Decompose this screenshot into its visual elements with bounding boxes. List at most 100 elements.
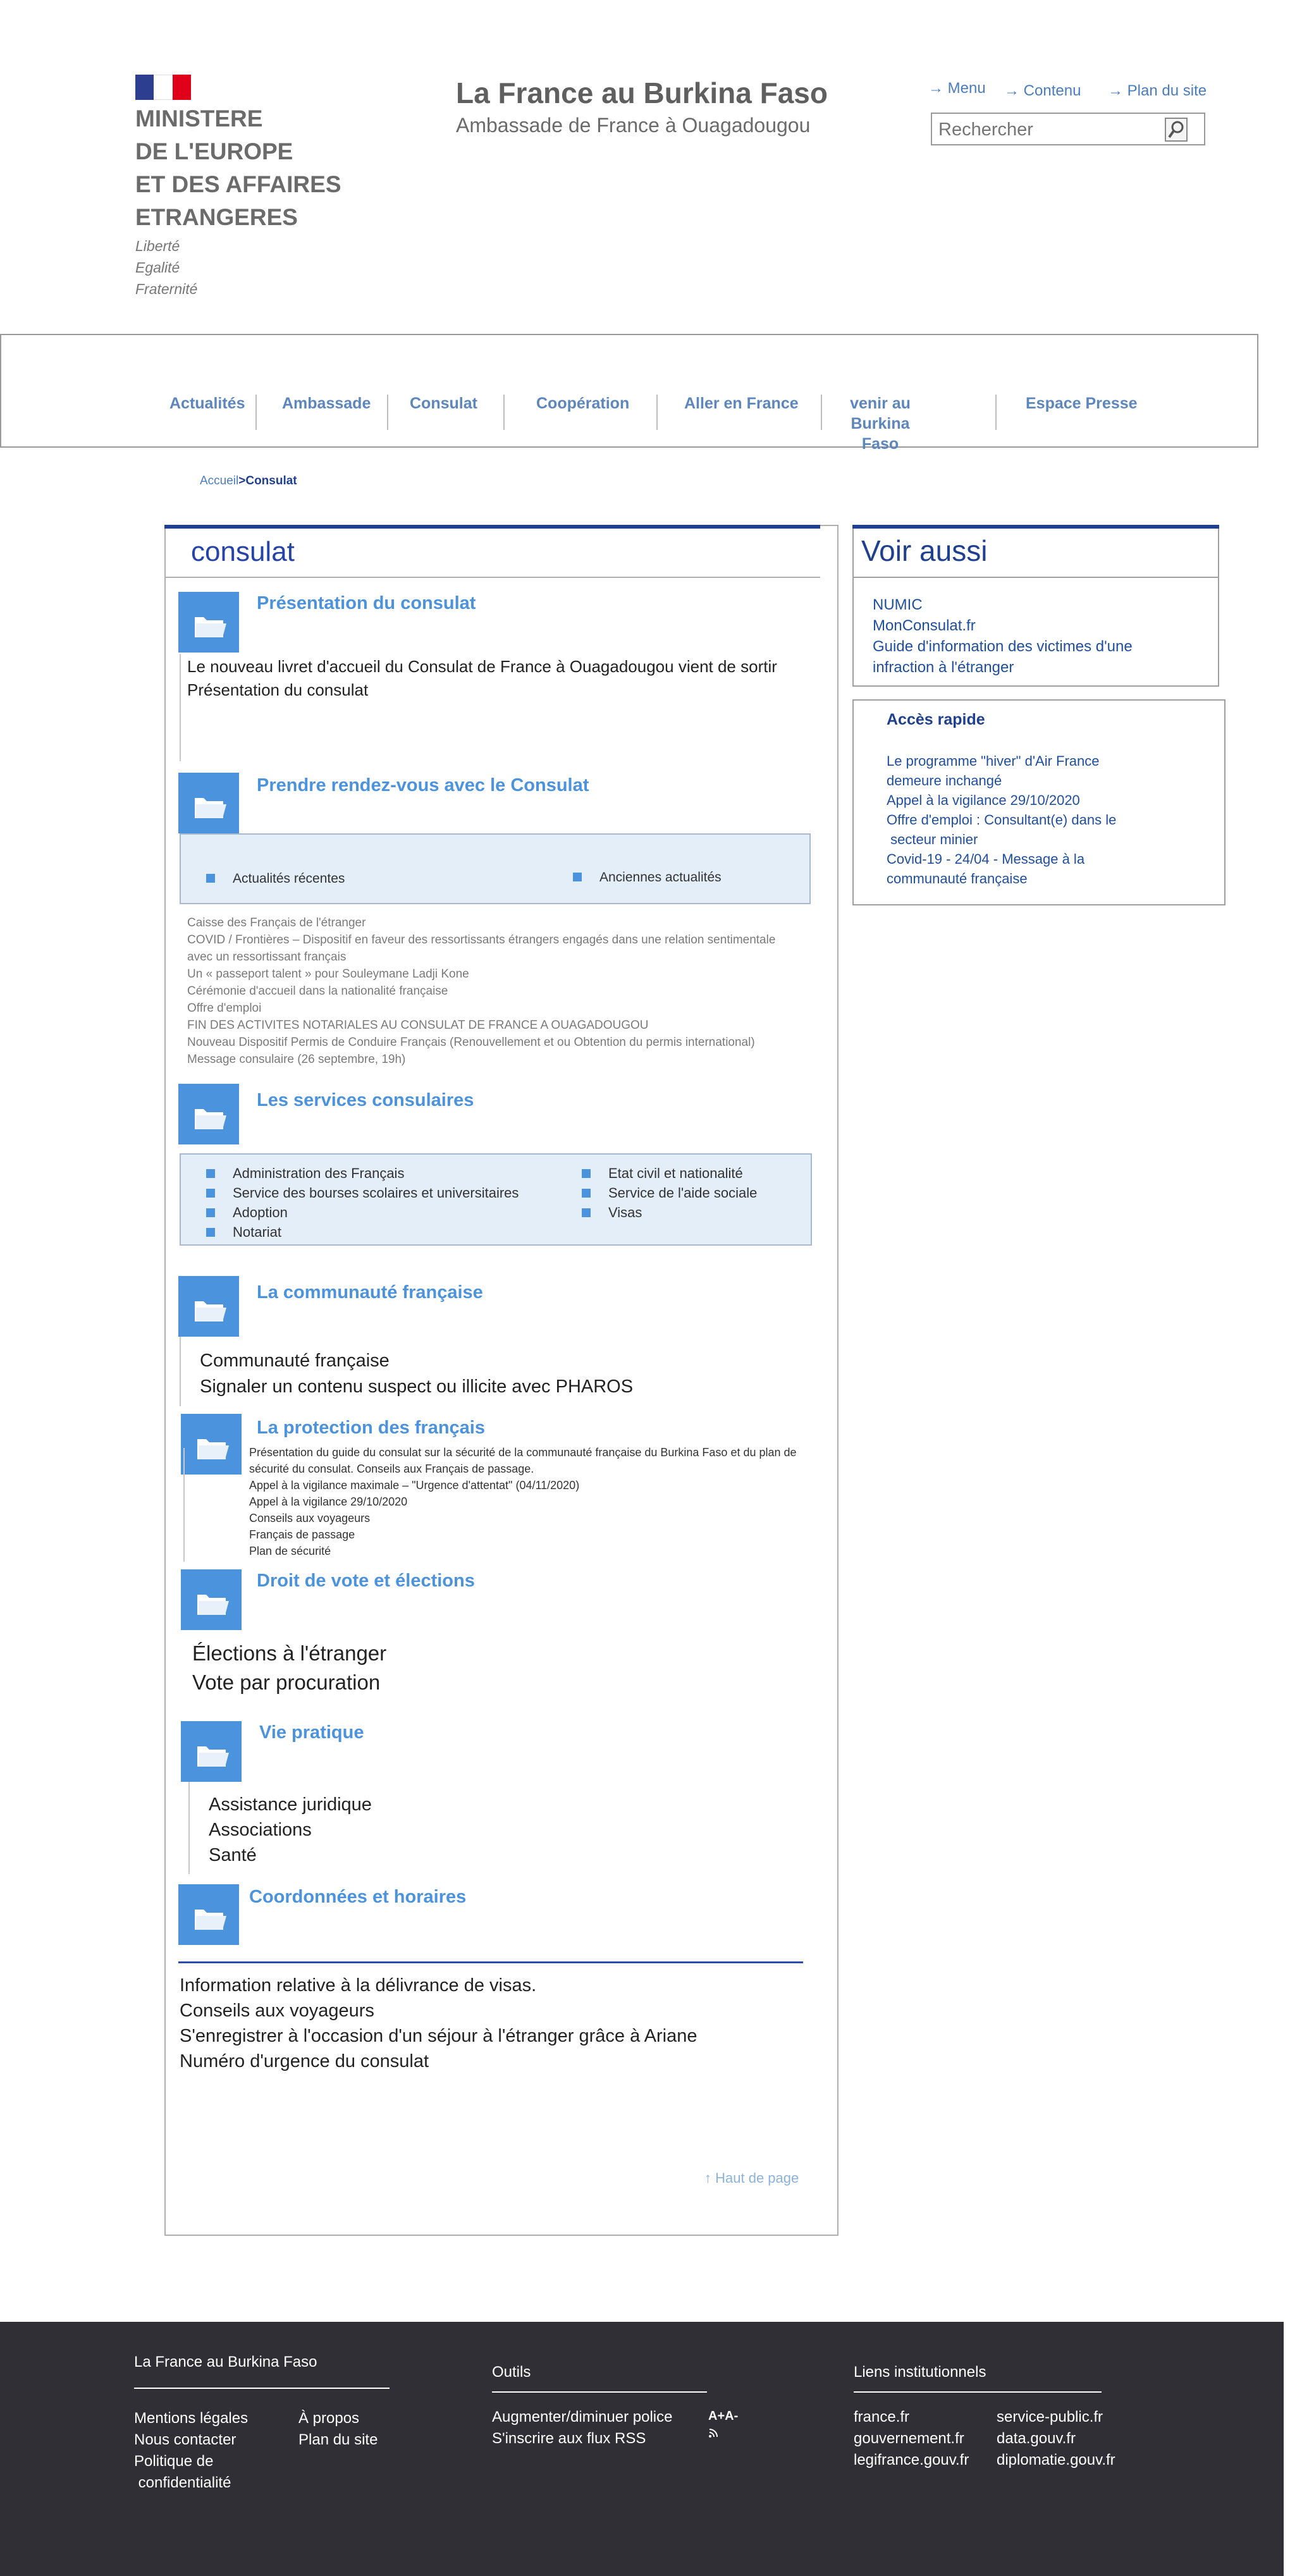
nav-item-consulat[interactable]: Consulat <box>410 393 477 414</box>
acces-item[interactable]: communauté française <box>887 869 1116 888</box>
protection-item[interactable]: Plan de sécurité <box>249 1543 797 1559</box>
acces-item[interactable]: Appel à la vigilance 29/10/2020 <box>887 790 1116 810</box>
link-numic[interactable]: NUMIC <box>873 594 1133 615</box>
link-presentation-consulat[interactable]: Présentation du consulat <box>187 678 777 702</box>
nav-item-espace-presse[interactable]: Espace Presse <box>1026 393 1138 414</box>
republic-logo[interactable] <box>135 75 191 100</box>
news-item[interactable]: Nouveau Dispositif Permis de Conduire Fr… <box>187 1034 775 1051</box>
search-input[interactable] <box>937 116 1167 143</box>
arrow-right-icon: → <box>1004 82 1024 99</box>
skip-link-label: Menu <box>947 80 986 97</box>
link-nous-contacter[interactable]: Nous contacter <box>134 2429 248 2451</box>
tab-old-news[interactable]: Anciennes actualités <box>573 870 722 885</box>
link-guide-victimes[interactable]: Guide d'information des victimes d'une <box>873 636 1133 657</box>
nav-item-aller-en-france[interactable]: Aller en France <box>684 393 799 414</box>
flag-blue-band <box>135 75 154 100</box>
protection-item[interactable]: Français de passage <box>249 1526 797 1543</box>
acces-item[interactable]: Le programme "hiver" d'Air France <box>887 751 1116 771</box>
link-plan-du-site[interactable]: Plan du site <box>298 2429 378 2451</box>
link-france-fr[interactable]: france.fr <box>854 2407 969 2428</box>
site-title[interactable]: La France au Burkina Faso <box>456 76 828 110</box>
link-service-public[interactable]: service-public.fr <box>997 2407 1115 2428</box>
rss-icon[interactable] <box>708 2428 718 2441</box>
link-livret-accueil[interactable]: Le nouveau livret d'accueil du Consulat … <box>187 655 777 678</box>
tab-label: Anciennes actualités <box>599 870 722 885</box>
back-to-top-link[interactable]: ↑ Haut de page <box>704 2170 799 2187</box>
breadcrumb: Accueil>Consulat <box>200 474 297 488</box>
protection-item[interactable]: Appel à la vigilance 29/10/2020 <box>249 1493 797 1510</box>
link-monconsulat[interactable]: MonConsulat.fr <box>873 615 1133 636</box>
section-title-presentation[interactable]: Présentation du consulat <box>257 593 476 614</box>
link-sante[interactable]: Santé <box>209 1843 372 1868</box>
service-link[interactable]: Etat civil et nationalité <box>582 1163 757 1183</box>
link-elections[interactable]: Élections à l'étranger <box>192 1639 386 1668</box>
news-item[interactable]: Message consulaire (26 septembre, 19h) <box>187 1051 775 1068</box>
link-procuration[interactable]: Vote par procuration <box>192 1668 386 1697</box>
link-conseils-voyageurs[interactable]: Conseils aux voyageurs <box>180 1998 697 2023</box>
service-link[interactable]: Administration des Français <box>206 1163 519 1183</box>
acces-item[interactable]: secteur minier <box>887 830 1116 849</box>
nav-item-cooperation[interactable]: Coopération <box>536 393 629 414</box>
footer-col2-title: Outils <box>492 2364 531 2381</box>
search-button[interactable] <box>1165 118 1188 142</box>
link-urgence[interactable]: Numéro d'urgence du consulat <box>180 2049 697 2074</box>
link-font-size[interactable]: Augmenter/diminuer police <box>492 2407 672 2428</box>
protection-item[interactable]: Appel à la vigilance maximale – "Urgence… <box>249 1477 797 1493</box>
bullet-icon <box>206 874 215 883</box>
news-item[interactable]: Un « passeport talent » pour Souleymane … <box>187 966 775 983</box>
acces-item[interactable]: Covid-19 - 24/04 - Message à la <box>887 849 1116 869</box>
news-item[interactable]: avec un ressortissant français <box>187 948 775 966</box>
protection-item[interactable]: Conseils aux voyageurs <box>249 1510 797 1526</box>
section-title-protection[interactable]: La protection des français <box>257 1418 485 1438</box>
link-data-gouv[interactable]: data.gouv.fr <box>997 2428 1115 2450</box>
service-link[interactable]: Service de l'aide sociale <box>582 1183 757 1203</box>
news-item[interactable]: FIN DES ACTIVITES NOTARIALES AU CONSULAT… <box>187 1017 775 1034</box>
news-item[interactable]: Caisse des Français de l'étranger <box>187 914 775 931</box>
news-item[interactable]: COVID / Frontières – Dispositif en faveu… <box>187 931 775 948</box>
link-a-propos[interactable]: À propos <box>298 2408 378 2429</box>
nav-item-ambassade[interactable]: Ambassade <box>282 393 371 414</box>
breadcrumb-home[interactable]: Accueil <box>200 474 238 488</box>
section-title-vote[interactable]: Droit de vote et élections <box>257 1571 475 1592</box>
link-politique[interactable]: Politique de <box>134 2451 248 2472</box>
service-link[interactable]: Adoption <box>206 1203 519 1222</box>
link-associations[interactable]: Associations <box>209 1817 372 1843</box>
link-guide-victimes-cont[interactable]: infraction à l'étranger <box>873 657 1133 678</box>
section-title-communaute[interactable]: La communauté française <box>257 1282 483 1303</box>
service-link[interactable]: Service des bourses scolaires et univers… <box>206 1183 519 1203</box>
link-diplomatie[interactable]: diplomatie.gouv.fr <box>997 2450 1115 2471</box>
nav-item-venir-au-burkina[interactable]: venir au Burkina Faso <box>840 393 921 454</box>
protection-item[interactable]: Présentation du guide du consulat sur la… <box>249 1444 797 1461</box>
link-rss[interactable]: S'inscrire aux flux RSS <box>492 2428 672 2450</box>
section-title-rdv[interactable]: Prendre rendez-vous avec le Consulat <box>257 775 589 796</box>
link-gouvernement-fr[interactable]: gouvernement.fr <box>854 2428 969 2450</box>
voir-aussi-links: NUMIC MonConsulat.fr Guide d'information… <box>873 594 1133 678</box>
link-mentions-legales[interactable]: Mentions légales <box>134 2408 248 2429</box>
back-to-top-label: Haut de page <box>715 2170 799 2186</box>
font-size-icon[interactable]: A+A- <box>708 2409 738 2424</box>
news-item[interactable]: Offre d'emploi <box>187 1000 775 1017</box>
link-assistance-juridique[interactable]: Assistance juridique <box>209 1792 372 1817</box>
news-item[interactable]: Cérémonie d'accueil dans la nationalité … <box>187 983 775 1000</box>
link-ariane[interactable]: S'enregistrer à l'occasion d'un séjour à… <box>180 2023 697 2049</box>
service-link[interactable]: Notariat <box>206 1222 519 1242</box>
skip-link-sitemap[interactable]: → Plan du site <box>1108 82 1207 100</box>
acces-item[interactable]: Offre d'emploi : Consultant(e) dans le <box>887 810 1116 830</box>
coordonnees-links: Information relative à la délivrance de … <box>180 1973 697 2074</box>
skip-link-menu[interactable]: → Menu <box>928 80 986 97</box>
skip-link-content[interactable]: → Contenu <box>1004 82 1081 100</box>
section-title-coordonnees[interactable]: Coordonnées et horaires <box>249 1887 466 1908</box>
link-visas-info[interactable]: Information relative à la délivrance de … <box>180 1973 697 1998</box>
section-title-vie-pratique[interactable]: Vie pratique <box>259 1722 364 1743</box>
link-communaute[interactable]: Communauté française <box>200 1348 633 1374</box>
link-pharos[interactable]: Signaler un contenu suspect ou illicite … <box>200 1374 633 1400</box>
link-confidentialite[interactable]: confidentialité <box>134 2472 248 2494</box>
section-title-services[interactable]: Les services consulaires <box>257 1090 474 1111</box>
title-underline <box>166 577 820 578</box>
acces-item[interactable]: demeure inchangé <box>887 771 1116 790</box>
flag-white-band <box>154 75 173 100</box>
link-legifrance[interactable]: legifrance.gouv.fr <box>854 2450 969 2471</box>
nav-item-actualites[interactable]: Actualités <box>169 393 245 414</box>
service-link[interactable]: Visas <box>582 1203 757 1222</box>
tab-recent-news[interactable]: Actualités récentes <box>206 871 345 886</box>
